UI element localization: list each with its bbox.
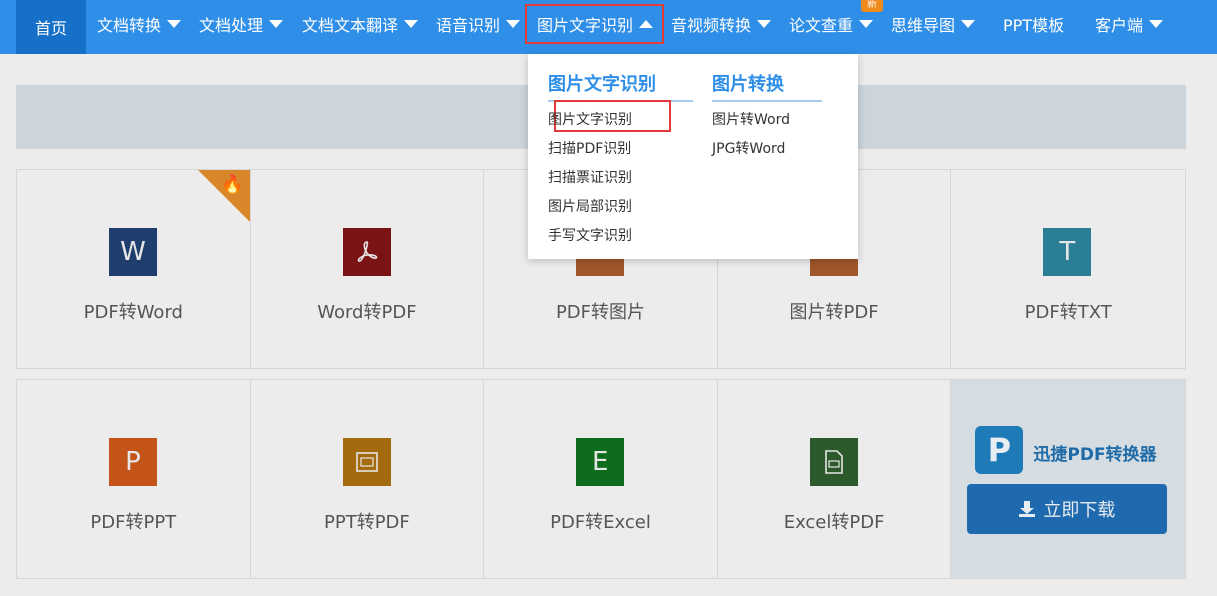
nav-home-label: 首页 (34, 19, 67, 38)
tools-row-2: P PDF转PPT PPT转PDF E PDF转Excel Excel转PDF … (16, 379, 1186, 579)
tool-excel-to-pdf[interactable]: Excel转PDF (718, 380, 952, 578)
tool-label: Word转PDF (317, 302, 417, 323)
menu-item-scan-ticket-ocr[interactable]: 扫描票证识别 (548, 167, 632, 187)
excel-icon: E (576, 438, 625, 486)
tool-label: Excel转PDF (783, 512, 885, 533)
nav-label: 文档处理 (199, 16, 264, 35)
tool-label: PDF转Excel (550, 512, 651, 533)
nav-ocr-highlight (525, 4, 664, 44)
menu-item-image-to-word[interactable]: 图片转Word (712, 109, 790, 129)
caret-down-icon (1149, 20, 1164, 28)
nav-speech[interactable]: 语音识别 (436, 0, 521, 48)
new-badge: 新 (861, 0, 883, 12)
caret-down-icon (506, 20, 521, 28)
dropdown-divider (712, 100, 822, 102)
menu-item-handwriting-ocr[interactable]: 手写文字识别 (548, 225, 632, 245)
tool-label: PDF转PPT (90, 512, 177, 533)
tool-label: PDF转图片 (555, 302, 646, 323)
nav-label: 论文查重 (789, 16, 854, 35)
nav-home[interactable]: 首页 (16, 0, 86, 54)
menu-item-scan-pdf-ocr[interactable]: 扫描PDF识别 (548, 138, 631, 158)
ocr-dropdown-menu: 图片文字识别 图片文字识别 扫描PDF识别 扫描票证识别 图片局部识别 手写文字… (528, 54, 858, 259)
menu-item-image-ocr[interactable]: 图片文字识别 (548, 109, 632, 129)
download-button[interactable]: 立即下载 (967, 484, 1168, 534)
menu-item-partial-ocr[interactable]: 图片局部识别 (548, 196, 632, 216)
tool-pdf-to-word[interactable]: 🔥 W PDF转Word (17, 170, 251, 368)
nav-ppt-template[interactable]: PPT模板 (1003, 0, 1064, 48)
tool-pdf-to-ppt[interactable]: P PDF转PPT (17, 380, 251, 578)
tool-label: 图片转PDF (789, 302, 879, 323)
caret-down-icon (961, 20, 976, 28)
tool-word-to-pdf[interactable]: Word转PDF (251, 170, 485, 368)
tool-label: PDF转TXT (1024, 302, 1112, 323)
nav-label: 思维导图 (891, 16, 956, 35)
pdf-icon (342, 228, 391, 276)
nav-label: 客户端 (1095, 16, 1144, 35)
nav-label: 音视频转换 (671, 16, 752, 35)
tool-ppt-to-pdf[interactable]: PPT转PDF (251, 380, 485, 578)
caret-down-icon (859, 20, 874, 28)
caret-down-icon (404, 20, 419, 28)
tool-pdf-to-txt[interactable]: T PDF转TXT (951, 170, 1185, 368)
nav-mindmap[interactable]: 思维导图 (891, 0, 976, 48)
nav-av-convert[interactable]: 音视频转换 (671, 0, 772, 48)
top-nav: 首页 文档转换 文档处理 文档文本翻译 语音识别 图片文字识别 音视频转换 论文… (0, 0, 1217, 54)
ppt-icon: P (109, 438, 157, 486)
dropdown-heading: 图片文字识别 (548, 74, 656, 95)
caret-down-icon (167, 20, 182, 28)
download-label: 立即下载 (1043, 500, 1116, 521)
nav-client[interactable]: 客户端 (1095, 0, 1164, 48)
app-logo-icon: P (975, 426, 1024, 474)
download-icon (1019, 501, 1036, 517)
nav-label: 语音识别 (436, 16, 501, 35)
nav-label: 文档文本翻译 (302, 16, 399, 35)
tool-label: PDF转Word (83, 302, 183, 323)
ppt-pdf-icon (342, 438, 391, 486)
nav-doc-convert[interactable]: 文档转换 (97, 0, 182, 48)
promo-panel: P 迅捷PDF转换器 立即下载 (951, 380, 1185, 578)
word-icon: W (109, 228, 157, 276)
flame-icon: 🔥 (221, 174, 244, 195)
menu-item-jpg-to-word[interactable]: JPG转Word (712, 138, 785, 158)
tool-label: PPT转PDF (324, 512, 410, 533)
txt-icon: T (1043, 228, 1092, 276)
nav-label: 文档转换 (97, 16, 162, 35)
tool-pdf-to-excel[interactable]: E PDF转Excel (484, 380, 718, 578)
nav-label: PPT模板 (1003, 16, 1065, 35)
dropdown-heading: 图片转换 (712, 74, 784, 95)
caret-down-icon (757, 20, 772, 28)
promo-app-name: 迅捷PDF转换器 (1033, 445, 1157, 465)
excel-pdf-icon (809, 438, 858, 486)
caret-down-icon (269, 20, 284, 28)
nav-translate[interactable]: 文档文本翻译 (302, 0, 419, 48)
nav-doc-process[interactable]: 文档处理 (199, 0, 284, 48)
